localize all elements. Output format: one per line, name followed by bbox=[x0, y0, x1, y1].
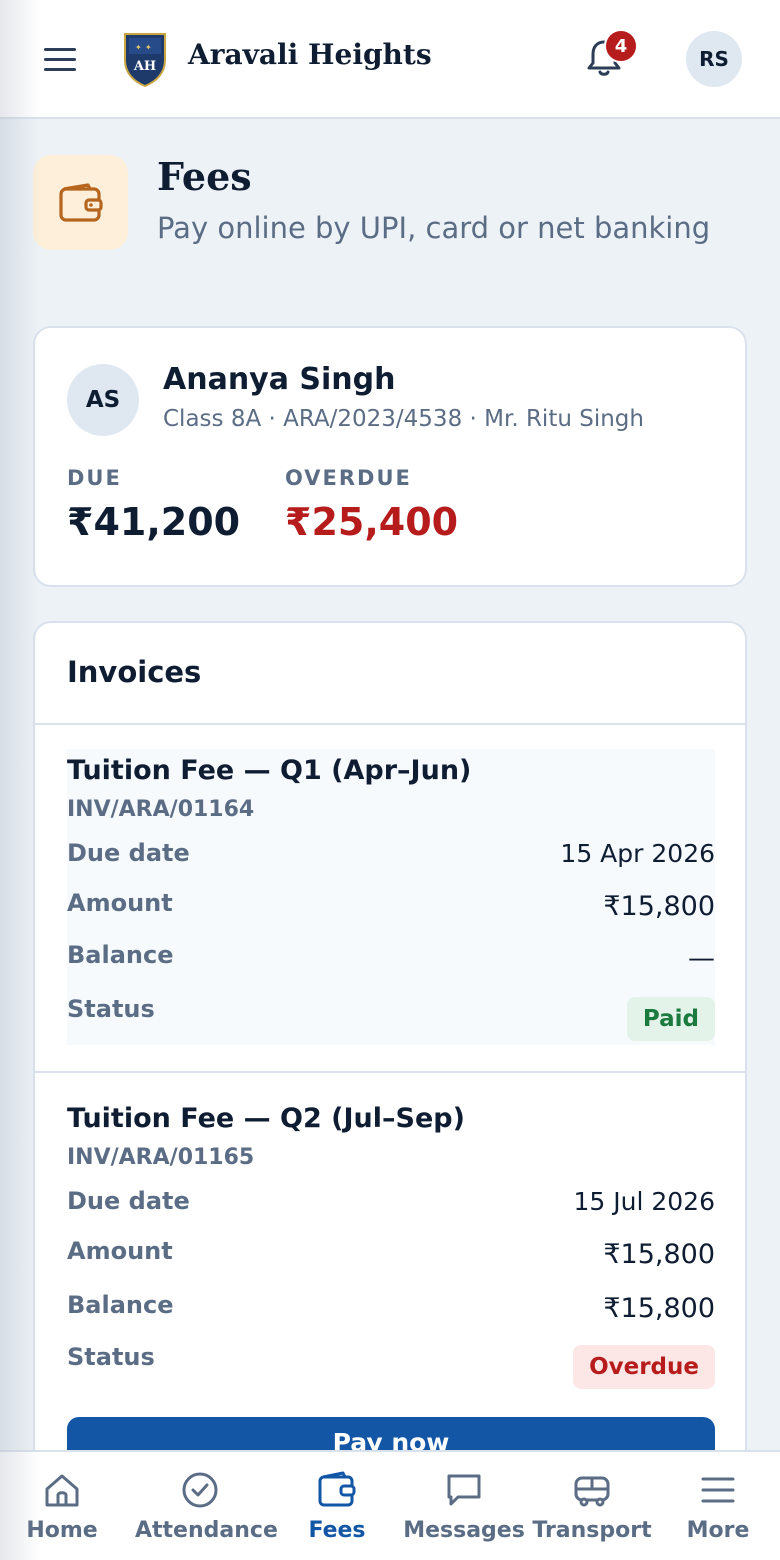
nav-label: Attendance bbox=[135, 1518, 278, 1543]
svg-text:AH: AH bbox=[133, 59, 156, 74]
page-subtitle: Pay online by UPI, card or net banking bbox=[157, 211, 711, 245]
divider bbox=[35, 1071, 745, 1073]
invoice-number: INV/ARA/01165 bbox=[67, 1145, 255, 1170]
brand-name: Aravali Heights bbox=[188, 38, 432, 71]
amount-label: Amount bbox=[67, 889, 173, 917]
bottom-navigation: Home Attendance Fees Messages Transport bbox=[0, 1450, 780, 1560]
nav-label: Home bbox=[26, 1518, 98, 1543]
balance-value: ₹15,800 bbox=[603, 1293, 715, 1324]
status-badge-paid: Paid bbox=[626, 997, 715, 1041]
amount-label: Amount bbox=[67, 1237, 173, 1265]
overdue-label: OVERDUE bbox=[285, 466, 412, 490]
status-label: Status bbox=[67, 1343, 155, 1371]
top-app-bar: ✦ ✦ AH Aravali Heights 4 RS bbox=[0, 0, 780, 119]
student-avatar: AS bbox=[67, 364, 139, 436]
student-summary-card: AS Ananya Singh Class 8A · ARA/2023/4538… bbox=[33, 326, 747, 587]
bus-icon bbox=[574, 1476, 610, 1507]
amount-value: ₹15,800 bbox=[603, 891, 715, 922]
invoice-item[interactable]: Tuition Fee — Q2 (Jul–Sep) INV/ARA/01165… bbox=[67, 1097, 715, 1397]
nav-item-fees[interactable]: Fees bbox=[272, 1452, 402, 1560]
due-amount: ₹41,200 bbox=[67, 500, 241, 544]
home-icon bbox=[45, 1474, 79, 1507]
invoices-card: Invoices Tuition Fee — Q1 (Apr–Jun) INV/… bbox=[33, 621, 747, 1521]
nav-label: Messages bbox=[403, 1518, 525, 1543]
svg-text:✦: ✦ bbox=[145, 43, 152, 52]
menu-icon-bar bbox=[44, 58, 76, 61]
due-date-label: Due date bbox=[67, 839, 190, 867]
balance-label: Balance bbox=[67, 1291, 174, 1319]
menu-icon-bar bbox=[44, 68, 76, 71]
nav-label: Transport bbox=[532, 1518, 652, 1543]
due-date-value: 15 Jul 2026 bbox=[573, 1187, 716, 1216]
invoice-title: Tuition Fee — Q2 (Jul–Sep) bbox=[67, 1103, 465, 1134]
nav-item-home[interactable]: Home bbox=[0, 1452, 127, 1560]
nav-item-transport[interactable]: Transport bbox=[527, 1452, 657, 1560]
school-crest-logo: ✦ ✦ AH bbox=[124, 33, 166, 88]
student-meta: Class 8A · ARA/2023/4538 · Mr. Ritu Sing… bbox=[163, 406, 644, 432]
menu-icon bbox=[701, 1477, 735, 1503]
status-badge-overdue: Overdue bbox=[573, 1345, 715, 1389]
due-date-value: 15 Apr 2026 bbox=[560, 839, 715, 868]
svg-text:✦: ✦ bbox=[135, 43, 142, 52]
nav-item-attendance[interactable]: Attendance bbox=[135, 1452, 278, 1560]
invoice-item[interactable]: Tuition Fee — Q1 (Apr–Jun) INV/ARA/01164… bbox=[67, 749, 715, 1045]
balance-label: Balance bbox=[67, 941, 174, 969]
nav-item-more[interactable]: More bbox=[653, 1452, 780, 1560]
balance-value: — bbox=[688, 943, 715, 974]
status-label: Status bbox=[67, 995, 155, 1023]
nav-item-messages[interactable]: Messages bbox=[399, 1452, 529, 1560]
student-name: Ananya Singh bbox=[163, 362, 396, 397]
chat-icon bbox=[447, 1474, 481, 1506]
wallet-icon bbox=[58, 182, 103, 222]
overdue-amount: ₹25,400 bbox=[285, 500, 459, 544]
invoice-number: INV/ARA/01164 bbox=[67, 797, 255, 822]
due-date-label: Due date bbox=[67, 1187, 190, 1215]
notification-count-badge: 4 bbox=[604, 29, 638, 63]
invoices-heading: Invoices bbox=[67, 655, 202, 689]
wallet-icon bbox=[318, 1471, 356, 1507]
fees-page-icon-tile bbox=[33, 155, 128, 250]
hamburger-menu-button[interactable] bbox=[40, 42, 80, 78]
menu-icon-bar bbox=[44, 48, 76, 51]
due-label: DUE bbox=[67, 466, 122, 490]
invoice-title: Tuition Fee — Q1 (Apr–Jun) bbox=[67, 755, 472, 786]
nav-label: More bbox=[686, 1518, 750, 1543]
divider bbox=[35, 723, 745, 725]
page-title: Fees bbox=[157, 154, 252, 199]
check-circle-icon bbox=[182, 1472, 218, 1508]
amount-value: ₹15,800 bbox=[603, 1239, 715, 1270]
user-avatar[interactable]: RS bbox=[686, 31, 742, 87]
nav-label: Fees bbox=[308, 1518, 366, 1543]
